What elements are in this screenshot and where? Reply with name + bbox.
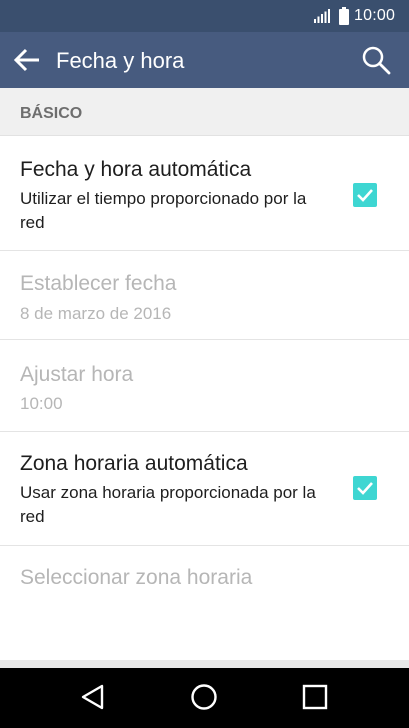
row-subtitle: Utilizar el tiempo proporcionado por la … [20, 189, 307, 232]
home-circle-icon[interactable] [189, 682, 219, 712]
auto-date-time-checkbox[interactable] [353, 183, 377, 207]
search-icon[interactable] [360, 44, 392, 76]
auto-timezone-row[interactable]: Zona horaria automática Usar zona horari… [0, 432, 409, 546]
row-subtitle: 8 de marzo de 2016 [20, 304, 172, 323]
navigation-bar [0, 668, 409, 728]
auto-timezone-checkbox[interactable] [353, 476, 377, 500]
app-bar: Fecha y hora [0, 32, 409, 88]
recents-square-icon[interactable] [300, 682, 330, 712]
back-triangle-icon[interactable] [78, 682, 108, 712]
divider [0, 660, 409, 668]
signal-icon [314, 9, 330, 23]
row-title: Seleccionar zona horaria [20, 566, 253, 589]
section-label: BÁSICO [20, 105, 83, 122]
page-title: Fecha y hora [56, 48, 185, 73]
status-bar: 10:00 [0, 0, 409, 32]
arrow-left-icon[interactable] [12, 46, 42, 74]
set-time-row: Ajustar hora 10:00 [0, 340, 409, 432]
status-time: 10:00 [354, 7, 396, 24]
checkmark-icon [357, 189, 373, 202]
set-date-row: Establecer fecha 8 de marzo de 2016 [0, 251, 409, 340]
battery-icon [339, 7, 349, 25]
row-subtitle: Usar zona horaria proporcionada por la r… [20, 483, 316, 526]
row-title: Zona horaria automática [20, 452, 248, 475]
select-timezone-row: Seleccionar zona horaria [0, 546, 409, 660]
row-subtitle: 10:00 [20, 394, 63, 413]
section-header-basico: BÁSICO [0, 88, 409, 136]
checkmark-icon [357, 482, 373, 495]
row-title: Establecer fecha [20, 272, 177, 295]
row-title: Fecha y hora automática [20, 158, 252, 181]
auto-date-time-row[interactable]: Fecha y hora automática Utilizar el tiem… [0, 137, 409, 251]
row-title: Ajustar hora [20, 363, 134, 386]
